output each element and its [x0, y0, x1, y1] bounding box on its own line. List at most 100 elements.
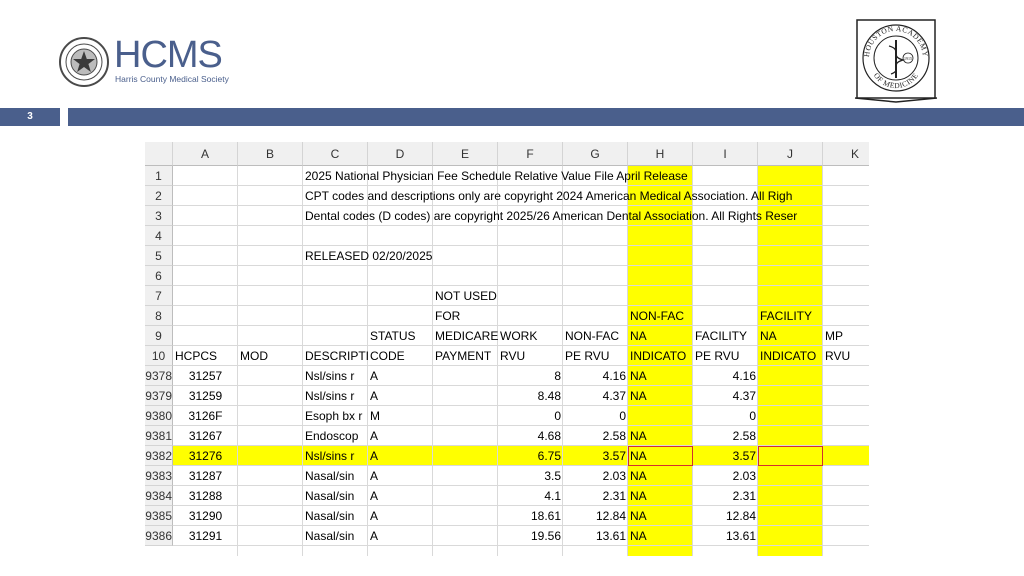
- cell-d9381[interactable]: A: [368, 426, 433, 446]
- cell-h9386[interactable]: NA: [628, 526, 693, 546]
- cell-h9[interactable]: NA: [628, 326, 693, 346]
- cell-c9381[interactable]: Endoscop: [303, 426, 368, 446]
- cell-f9378[interactable]: 8: [498, 366, 563, 386]
- column-header-h[interactable]: H: [628, 142, 693, 166]
- row-header-1[interactable]: 1: [145, 166, 173, 186]
- cell-g10[interactable]: PE RVU: [563, 346, 628, 366]
- cell-f9385[interactable]: 18.61: [498, 506, 563, 526]
- cell-f9384[interactable]: 4.1: [498, 486, 563, 506]
- cell-g9382[interactable]: 3.57: [563, 446, 628, 466]
- cell-i9379[interactable]: 4.37: [693, 386, 758, 406]
- row-header-9384[interactable]: 9384: [145, 486, 173, 506]
- cell-g9384[interactable]: 2.31: [563, 486, 628, 506]
- cell-f9380[interactable]: 0: [498, 406, 563, 426]
- cell-d9386[interactable]: A: [368, 526, 433, 546]
- cell-b10[interactable]: MOD: [238, 346, 303, 366]
- cell-i9383[interactable]: 2.03: [693, 466, 758, 486]
- cell-c9386[interactable]: Nasal/sin: [303, 526, 368, 546]
- cell-e10[interactable]: PAYMENT: [433, 346, 498, 366]
- cell-e9[interactable]: MEDICARE: [433, 326, 498, 346]
- row-header-10[interactable]: 10: [145, 346, 173, 366]
- cell-d10[interactable]: CODE: [368, 346, 433, 366]
- cell-k9379[interactable]: 1.:: [823, 386, 869, 406]
- cell-d9385[interactable]: A: [368, 506, 433, 526]
- cell-d9383[interactable]: A: [368, 466, 433, 486]
- cell-d9378[interactable]: A: [368, 366, 433, 386]
- cell-i9386[interactable]: 13.61: [693, 526, 758, 546]
- row-header-9385[interactable]: 9385: [145, 506, 173, 526]
- column-header-g[interactable]: G: [563, 142, 628, 166]
- cell-c9380[interactable]: Esoph bx r: [303, 406, 368, 426]
- cell-c9384[interactable]: Nasal/sin: [303, 486, 368, 506]
- row-header-9378[interactable]: 9378: [145, 366, 173, 386]
- cell-c5[interactable]: RELEASED 02/20/2025: [303, 246, 869, 266]
- cell-c9385[interactable]: Nasal/sin: [303, 506, 368, 526]
- cell-f9383[interactable]: 3.5: [498, 466, 563, 486]
- cell-c1[interactable]: 2025 National Physician Fee Schedule Rel…: [303, 166, 869, 186]
- row-header-3[interactable]: 3: [145, 206, 173, 226]
- cell-d9384[interactable]: A: [368, 486, 433, 506]
- cell-h9381[interactable]: NA: [628, 426, 693, 446]
- cell-g9380[interactable]: 0: [563, 406, 628, 426]
- column-header-a[interactable]: A: [173, 142, 238, 166]
- cell-i10[interactable]: PE RVU: [693, 346, 758, 366]
- column-header-c[interactable]: C: [303, 142, 368, 166]
- row-header-6[interactable]: 6: [145, 266, 173, 286]
- cell-a9381[interactable]: 31267: [173, 426, 238, 446]
- column-header-i[interactable]: I: [693, 142, 758, 166]
- select-all-corner[interactable]: [145, 142, 173, 166]
- cell-a9386[interactable]: 31291: [173, 526, 238, 546]
- cell-g9379[interactable]: 4.37: [563, 386, 628, 406]
- cell-i9380[interactable]: 0: [693, 406, 758, 426]
- row-header-9380[interactable]: 9380: [145, 406, 173, 426]
- row-header-2[interactable]: 2: [145, 186, 173, 206]
- cell-f9379[interactable]: 8.48: [498, 386, 563, 406]
- cell-j10[interactable]: INDICATO: [758, 346, 823, 366]
- cell-i9384[interactable]: 2.31: [693, 486, 758, 506]
- cell-g9378[interactable]: 4.16: [563, 366, 628, 386]
- cell-k9383[interactable]: 0: [823, 466, 869, 486]
- cell-i9385[interactable]: 12.84: [693, 506, 758, 526]
- row-header-9[interactable]: 9: [145, 326, 173, 346]
- cell-k9382[interactable]: 0.9: [823, 446, 869, 466]
- cell-k9384[interactable]: 0: [823, 486, 869, 506]
- cell-h9384[interactable]: NA: [628, 486, 693, 506]
- cell-f9[interactable]: WORK: [498, 326, 563, 346]
- cell-a9382[interactable]: 31276: [173, 446, 238, 466]
- cell-i9382[interactable]: 3.57: [693, 446, 758, 466]
- cell-c2[interactable]: CPT codes and descriptions only are copy…: [303, 186, 869, 206]
- cell-k9381[interactable]: 0.(: [823, 426, 869, 446]
- cell-h8[interactable]: NON-FAC: [628, 306, 693, 326]
- cell-d9[interactable]: STATUS: [368, 326, 433, 346]
- cell-k10[interactable]: RVU: [823, 346, 869, 366]
- cell-h9378[interactable]: NA: [628, 366, 693, 386]
- cell-h9383[interactable]: NA: [628, 466, 693, 486]
- cell-a9385[interactable]: 31290: [173, 506, 238, 526]
- cell-g9385[interactable]: 12.84: [563, 506, 628, 526]
- column-header-j[interactable]: J: [758, 142, 823, 166]
- cell-k9[interactable]: MP: [823, 326, 869, 346]
- cell-e8[interactable]: FOR: [433, 306, 498, 326]
- cell-g9381[interactable]: 2.58: [563, 426, 628, 446]
- cell-a10[interactable]: HCPCS: [173, 346, 238, 366]
- cell-g9386[interactable]: 13.61: [563, 526, 628, 546]
- cell-a9384[interactable]: 31288: [173, 486, 238, 506]
- cell-e7[interactable]: NOT USED: [433, 286, 498, 306]
- cell-c10[interactable]: DESCRIPTI: [303, 346, 368, 366]
- cell-j8[interactable]: FACILITY: [758, 306, 823, 326]
- row-header-8[interactable]: 8: [145, 306, 173, 326]
- cell-g9383[interactable]: 2.03: [563, 466, 628, 486]
- column-header-f[interactable]: F: [498, 142, 563, 166]
- column-header-k[interactable]: K: [823, 142, 869, 166]
- cell-c9378[interactable]: Nsl/sins r: [303, 366, 368, 386]
- row-header-4[interactable]: 4: [145, 226, 173, 246]
- cell-k9386[interactable]: 3.:: [823, 526, 869, 546]
- cell-a9380[interactable]: 3126F: [173, 406, 238, 426]
- cell-k9378[interactable]: 1.: [823, 366, 869, 386]
- cell-f9386[interactable]: 19.56: [498, 526, 563, 546]
- cell-f9381[interactable]: 4.68: [498, 426, 563, 446]
- cell-d9382[interactable]: A: [368, 446, 433, 466]
- cell-c9382[interactable]: Nsl/sins r: [303, 446, 368, 466]
- cell-f10[interactable]: RVU: [498, 346, 563, 366]
- row-header-9383[interactable]: 9383: [145, 466, 173, 486]
